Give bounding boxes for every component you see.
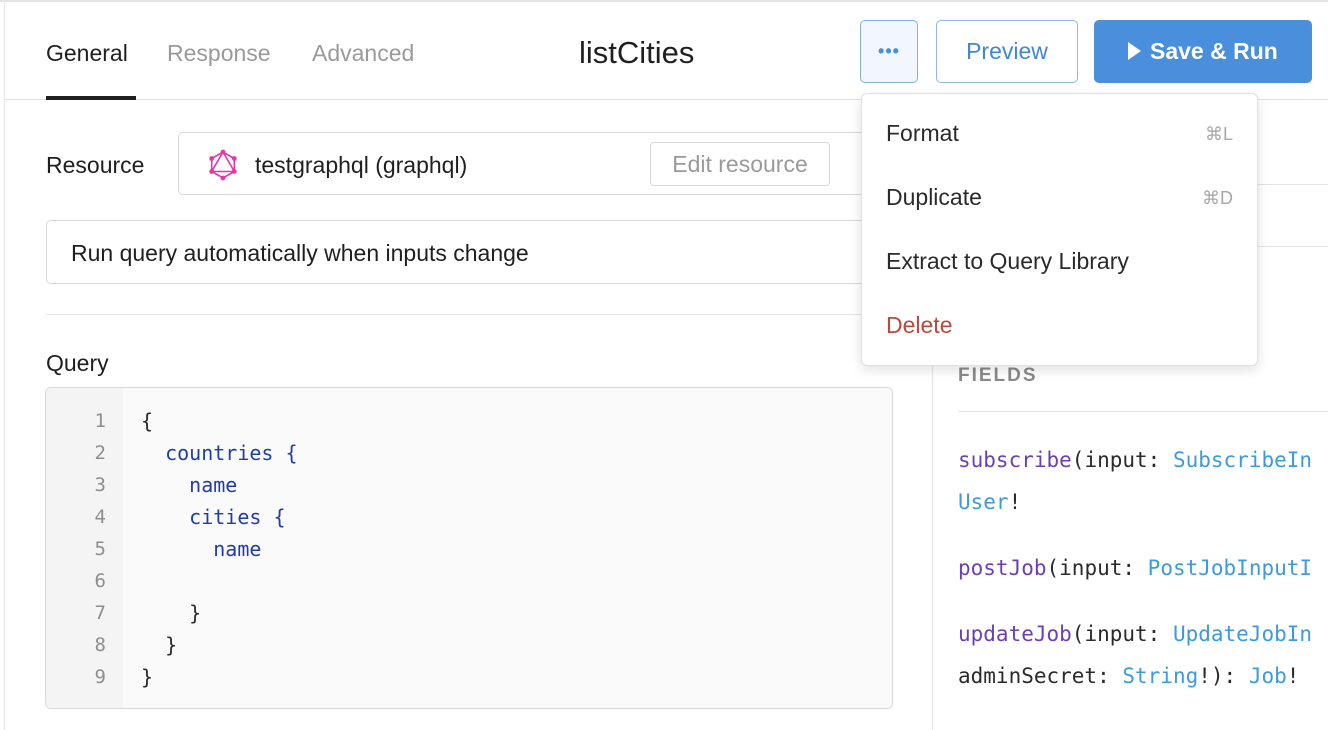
field-params: (input:: [1071, 448, 1173, 472]
field-params: (input:: [1071, 622, 1173, 646]
field-type: Job: [1248, 664, 1287, 688]
line-number: 6: [94, 570, 106, 592]
menu-item-shortcut: ⌘D: [1202, 188, 1233, 208]
query-editor[interactable]: 1 2 3 4 5 6 7 8 9 { countries { name cit…: [45, 387, 893, 709]
tab-response[interactable]: Response: [167, 40, 271, 67]
more-dots-icon: •••: [878, 41, 900, 61]
field-punct: !: [1008, 490, 1022, 514]
field-type: String: [1122, 664, 1199, 688]
left-border: [4, 2, 5, 730]
line-number: 3: [94, 474, 106, 496]
menu-item-delete[interactable]: Delete: [862, 296, 1257, 356]
resource-select[interactable]: testgraphql (graphql) Edit resource: [178, 132, 878, 195]
section-divider: [46, 314, 886, 315]
code-line: name: [141, 473, 238, 497]
menu-item-label: Extract to Query Library: [886, 248, 1129, 274]
query-header: General Response Advanced listCities •••…: [5, 4, 1328, 100]
line-number: 5: [94, 538, 106, 560]
resource-value: testgraphql (graphql): [255, 152, 468, 178]
code-line: }: [141, 601, 202, 625]
menu-item-label: Format: [886, 120, 959, 146]
fields-divider: [958, 411, 1328, 412]
resource-label: Resource: [46, 152, 145, 178]
field-type: PostJobInputI: [1147, 556, 1313, 580]
menu-item-duplicate[interactable]: Duplicate ⌘D: [862, 168, 1257, 228]
line-number: 9: [94, 666, 106, 688]
query-label: Query: [46, 350, 109, 376]
code-line: name: [141, 537, 262, 561]
code-line: }: [141, 665, 154, 689]
menu-item-extract-to-query-library[interactable]: Extract to Query Library: [862, 232, 1257, 292]
query-title[interactable]: listCities: [579, 35, 694, 71]
preview-button[interactable]: Preview: [936, 20, 1078, 83]
code-line: countries {: [141, 441, 298, 465]
schema-field-updatejob[interactable]: updateJob(input: UpdateJobIn: [958, 622, 1312, 646]
line-number: 2: [94, 442, 106, 464]
code-line: cities {: [141, 505, 286, 529]
line-number: 4: [94, 506, 106, 528]
schema-field-subscribe[interactable]: subscribe(input: SubscribeIn: [958, 448, 1312, 472]
menu-item-format[interactable]: Format ⌘L: [862, 104, 1257, 164]
schema-field-subscribe-return: User!: [958, 490, 1021, 514]
field-name: postJob: [958, 556, 1047, 580]
code-line: {: [141, 409, 154, 433]
schema-field-updatejob-args: adminSecret: String!): Job!: [958, 664, 1299, 688]
schema-field-postjob[interactable]: postJob(input: PostJobInputI: [958, 556, 1312, 580]
field-type: SubscribeIn: [1172, 448, 1313, 472]
field-punct: !: [1286, 664, 1300, 688]
more-options-button[interactable]: •••: [860, 20, 918, 83]
field-params: adminSecret:: [958, 664, 1123, 688]
edit-resource-button[interactable]: Edit resource: [650, 142, 830, 186]
tab-advanced[interactable]: Advanced: [312, 40, 414, 67]
field-name: subscribe: [958, 448, 1072, 472]
graphql-icon: [209, 149, 237, 181]
play-icon: [1128, 42, 1141, 60]
field-type: User: [958, 490, 1009, 514]
save-and-run-button[interactable]: Save & Run: [1094, 20, 1312, 83]
field-params: (input:: [1046, 556, 1148, 580]
field-punct: !):: [1198, 664, 1249, 688]
line-number: 8: [94, 634, 106, 656]
field-type: UpdateJobIn: [1172, 622, 1313, 646]
menu-item-label: Duplicate: [886, 184, 982, 210]
run-mode-select[interactable]: Run query automatically when inputs chan…: [46, 220, 886, 284]
active-tab-indicator: [46, 96, 136, 100]
more-options-menu: Format ⌘L Duplicate ⌘D Extract to Query …: [861, 93, 1258, 366]
fields-heading: FIELDS: [958, 365, 1038, 386]
menu-item-shortcut: ⌘L: [1204, 124, 1233, 144]
code-line: }: [141, 633, 178, 657]
menu-item-label: Delete: [886, 312, 953, 338]
save-and-run-label: Save & Run: [1150, 38, 1278, 64]
line-number: 1: [94, 410, 106, 432]
run-mode-value: Run query automatically when inputs chan…: [71, 240, 529, 266]
tab-general[interactable]: General: [46, 40, 128, 67]
field-name: updateJob: [958, 622, 1072, 646]
line-number: 7: [94, 602, 106, 624]
